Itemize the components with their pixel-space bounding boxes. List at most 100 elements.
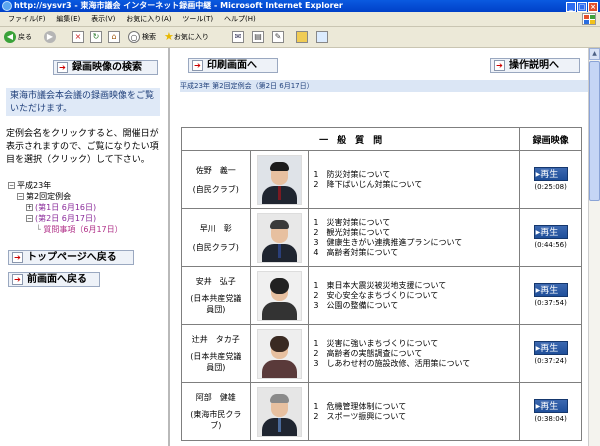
tree-day2[interactable]: − (第2日 6月17日) [8, 213, 123, 224]
duration: (0:44:56) [534, 241, 567, 249]
printer-icon: ▤ [252, 31, 264, 43]
duration: (0:37:54) [534, 299, 567, 307]
photo-cell [249, 382, 310, 441]
session-tree: − 平成23年 − 第2回定例会 + (第1日 6月16日) − (第2日 6月17日)… [8, 180, 123, 235]
prev-page-button[interactable]: ➔ 前画面へ戻る [8, 272, 100, 287]
tree-year[interactable]: − 平成23年 [8, 180, 123, 191]
menu-bar: ファイル(F) 編集(E) 表示(V) お気に入り(A) ツール(T) ヘルプ(… [0, 12, 600, 27]
video-cell: ▶再生 (0:37:24) [519, 324, 582, 383]
browser-toolbar: ◀ 戻る ▶ × ↻ ⌂ ○ 検索 ★お気に入り ✉ ▤ ✎ [0, 27, 600, 48]
folder-icon [296, 31, 308, 43]
arrow-right-icon: ➔ [494, 60, 505, 71]
menu-tools[interactable]: ツール(T) [182, 12, 213, 26]
member-photo [256, 386, 302, 437]
print-button[interactable]: ▤ [252, 30, 266, 44]
home-button[interactable]: ⌂ [108, 30, 122, 44]
windows-logo-icon [582, 13, 596, 25]
member-cell: 辻井 タカ子 (日本共産党議員団) [181, 324, 251, 383]
home-icon: ⌂ [108, 31, 120, 43]
play-button[interactable]: ▶再生 [533, 399, 568, 413]
video-cell: ▶再生 (0:37:54) [519, 266, 582, 325]
search-button[interactable]: ○ 検索 [128, 30, 156, 44]
member-name: 阿部 健雄 [195, 393, 236, 402]
play-button[interactable]: ▶再生 [533, 283, 568, 297]
arrow-right-icon: ➔ [12, 252, 23, 263]
collapse-icon[interactable]: − [8, 182, 15, 189]
window-title: http://sysvr3 - 東海市議会 インターネット録画中継 - Micr… [14, 1, 343, 10]
play-button[interactable]: ▶再生 [533, 167, 568, 181]
table-row: 安井 弘子 (日本共産党議員団) 1 東日本大震災被災地支援について 2 安心安全な… [181, 266, 582, 325]
member-name: 辻井 タカ子 [191, 335, 240, 344]
menu-help[interactable]: ヘルプ(H) [224, 12, 256, 26]
vertical-scrollbar[interactable]: ▲ [588, 48, 600, 446]
member-party: (日本共産党議員団) [190, 352, 242, 372]
arrow-right-icon: ➔ [57, 62, 68, 73]
questions-cell: 1 防災対策について 2 降下ばいじん対策について [308, 150, 521, 209]
member-photo [256, 270, 302, 321]
member-party: (自民クラブ) [192, 242, 239, 252]
minimize-button[interactable]: _ [566, 2, 576, 12]
stop-button[interactable]: × [72, 30, 86, 44]
folder-button[interactable] [296, 30, 310, 44]
table-row: 阿部 健雄 (東海市民クラブ) 1 危機管理体制について 2 スポーツ振興について … [181, 382, 582, 441]
menu-favorites[interactable]: お気に入り(A) [126, 12, 171, 26]
search-icon: ○ [128, 31, 140, 43]
top-page-button[interactable]: ➔ トップページへ戻る [8, 250, 134, 265]
tree-item[interactable]: └ 質問事項（6月17日） [8, 224, 123, 235]
mail-button[interactable]: ✉ [232, 30, 246, 44]
forward-button[interactable]: ▶ [44, 30, 58, 44]
instructions-text: 定例会名をクリックすると、開催日が表示されますので、ご覧になりたい項目を選択（ク… [6, 129, 159, 165]
print-page-button[interactable]: ➔ 印刷画面へ [188, 58, 278, 73]
video-header: 録画映像 [519, 127, 582, 151]
duration: (0:37:24) [534, 357, 567, 365]
table-header-row: 一 般 質 問 録画映像 [180, 127, 582, 151]
member-cell: 佐野 義一 (自民クラブ) [181, 150, 251, 209]
member-party: (東海市民クラブ) [190, 410, 242, 430]
play-button[interactable]: ▶再生 [533, 341, 568, 355]
member-party: (日本共産党議員団) [190, 294, 242, 314]
table-row: 佐野 義一 (自民クラブ) 1 防災対策について 2 降下ばいじん対策について ▶再… [181, 150, 582, 209]
forward-arrow-icon: ▶ [44, 31, 56, 43]
mail-icon: ✉ [232, 31, 244, 43]
menu-view[interactable]: 表示(V) [91, 12, 115, 26]
info-text: 東海市議会本会議の録画映像をご覧いただけます。 [10, 91, 155, 114]
edit-button[interactable]: ✎ [272, 30, 286, 44]
member-name: 早川 彰 [199, 223, 232, 233]
scrollbar-thumb[interactable] [589, 61, 600, 201]
messenger-button[interactable] [316, 30, 330, 44]
video-cell: ▶再生 (0:25:08) [519, 150, 582, 209]
questions-cell: 1 危機管理体制について 2 スポーツ振興について [308, 382, 521, 441]
info-box: 東海市議会本会議の録画映像をご覧いただけます。 [6, 88, 160, 116]
video-cell: ▶再生 (0:44:56) [519, 208, 582, 267]
help-button[interactable]: ➔ 操作説明へ [490, 58, 580, 73]
photo-cell [249, 324, 310, 383]
member-photo [256, 212, 302, 263]
refresh-icon: ↻ [90, 31, 102, 43]
close-button[interactable]: × [588, 2, 598, 12]
search-video-button[interactable]: ➔ 録画映像の検索 [53, 60, 158, 75]
duration: (0:25:08) [534, 183, 567, 191]
questions-cell: 1 災害に強いまちづくりについて 2 高齢者の実態調査について 3 しあわせ村の施設… [308, 324, 521, 383]
edit-icon: ✎ [272, 31, 284, 43]
back-button[interactable]: ◀ 戻る [4, 30, 32, 44]
photo-cell [249, 208, 310, 267]
menu-edit[interactable]: 編集(E) [56, 12, 80, 26]
scroll-up-icon[interactable]: ▲ [589, 48, 600, 60]
menu-file[interactable]: ファイル(F) [8, 12, 46, 26]
tree-day1[interactable]: + (第1日 6月16日) [8, 202, 123, 213]
photo-cell [249, 150, 310, 209]
collapse-icon[interactable]: − [17, 193, 24, 200]
favorites-button[interactable]: ★お気に入り [164, 30, 209, 44]
expand-icon[interactable]: + [26, 204, 33, 211]
tree-session[interactable]: − 第2回定例会 [8, 191, 123, 202]
collapse-icon[interactable]: − [26, 215, 33, 222]
refresh-button[interactable]: ↻ [90, 30, 104, 44]
play-button[interactable]: ▶再生 [533, 225, 568, 239]
duration: (0:38:04) [534, 415, 567, 423]
member-name: 安井 弘子 [195, 277, 236, 286]
questions-cell: 1 東日本大震災被災地支援について 2 安心安全なまちづくりについて 3 公園の整備… [308, 266, 521, 325]
member-cell: 阿部 健雄 (東海市民クラブ) [181, 382, 251, 441]
session-label: 平成23年 第2回定例会（第2日 6月17日） [180, 80, 588, 92]
arrow-right-icon: ➔ [12, 274, 23, 285]
maximize-button[interactable]: □ [577, 2, 587, 12]
